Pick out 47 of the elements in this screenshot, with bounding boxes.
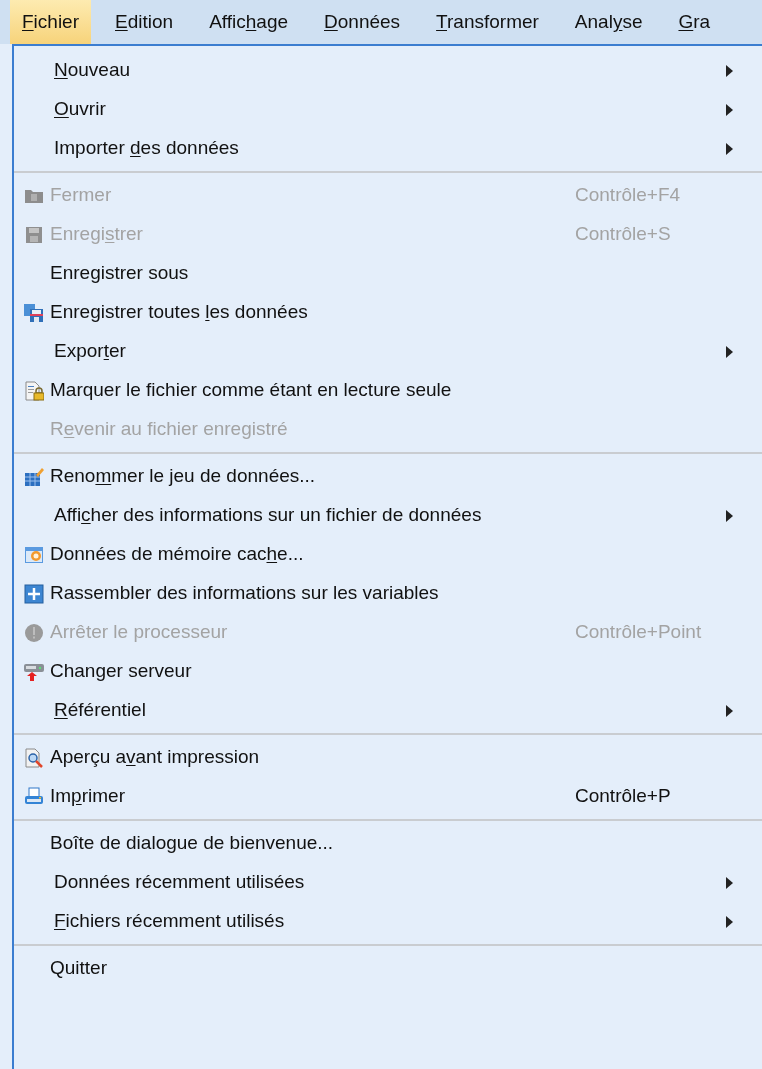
menu-item[interactable]: Imprimer Contrôle+P <box>14 777 762 816</box>
menu-item[interactable]: Fichiers récemment utilisés <box>14 902 762 941</box>
menu-item[interactable]: Ouvrir <box>14 90 762 129</box>
menu-item[interactable]: Exporter <box>14 332 762 371</box>
menu-item[interactable]: Changer serveur <box>14 652 762 691</box>
menu-item[interactable]: Afficher des informations sur un fichier de données <box>14 496 762 535</box>
menu-item[interactable]: Marquer le fichier comme étant en lecture seule <box>14 371 762 410</box>
submenu-arrow-icon <box>726 103 733 116</box>
submenu-arrow-icon <box>726 915 733 928</box>
menu-bar-item[interactable]: Données <box>312 0 413 44</box>
data-cache-icon <box>24 544 44 565</box>
menu-item[interactable]: Aperçu avant impression <box>14 738 762 777</box>
floppy-disks-icon <box>24 302 44 323</box>
menu-item[interactable]: Enregistrer sous <box>14 254 762 293</box>
menu-bar-item[interactable]: Transformer <box>424 0 551 44</box>
menu-item[interactable]: Quitter <box>14 949 762 988</box>
menu-item[interactable]: Enregistrer toutes les données <box>14 293 762 332</box>
printer-icon <box>24 786 44 807</box>
menu-item[interactable]: Données de mémoire cache... <box>14 535 762 574</box>
submenu-arrow-icon <box>726 142 733 155</box>
menu-item[interactable]: Référentiel <box>14 691 762 730</box>
menu-item[interactable]: Nouveau <box>14 51 762 90</box>
menu-item[interactable]: Renommer le jeu de données... <box>14 457 762 496</box>
submenu-arrow-icon <box>726 64 733 77</box>
shortcut-text: Contrôle+S <box>575 222 672 247</box>
menu-item[interactable]: Importer des données <box>14 129 762 168</box>
shortcut-text: Contrôle+P <box>575 784 672 809</box>
table-pencil-icon <box>24 466 44 487</box>
server-arrow-icon <box>24 661 44 682</box>
menu-bar-item[interactable]: Fichier <box>10 0 91 44</box>
menu-item[interactable]: Rassembler des informations sur les variables <box>14 574 762 613</box>
submenu-arrow-icon <box>726 345 733 358</box>
submenu-arrow-icon <box>726 876 733 889</box>
plus-icon <box>24 583 44 604</box>
menu-item[interactable]: Boîte de dialogue de bienvenue... <box>14 824 762 863</box>
menu-bar-item[interactable]: Edition <box>103 0 186 44</box>
exclamation-icon <box>24 622 44 643</box>
menu-bar-item[interactable]: Gra <box>666 0 723 44</box>
shortcut-text: Contrôle+F4 <box>575 183 682 208</box>
menu-bar-item[interactable]: Analyse <box>562 0 655 44</box>
locked-document-icon <box>24 380 44 401</box>
submenu-arrow-icon <box>726 509 733 522</box>
menu-bar-item[interactable]: Affichage <box>197 0 300 44</box>
magnifier-document-icon <box>24 747 44 768</box>
shortcut-text: Contrôle+Point <box>575 620 703 645</box>
submenu-arrow-icon <box>726 704 733 717</box>
menu-item[interactable]: Données récemment utilisées <box>14 863 762 902</box>
